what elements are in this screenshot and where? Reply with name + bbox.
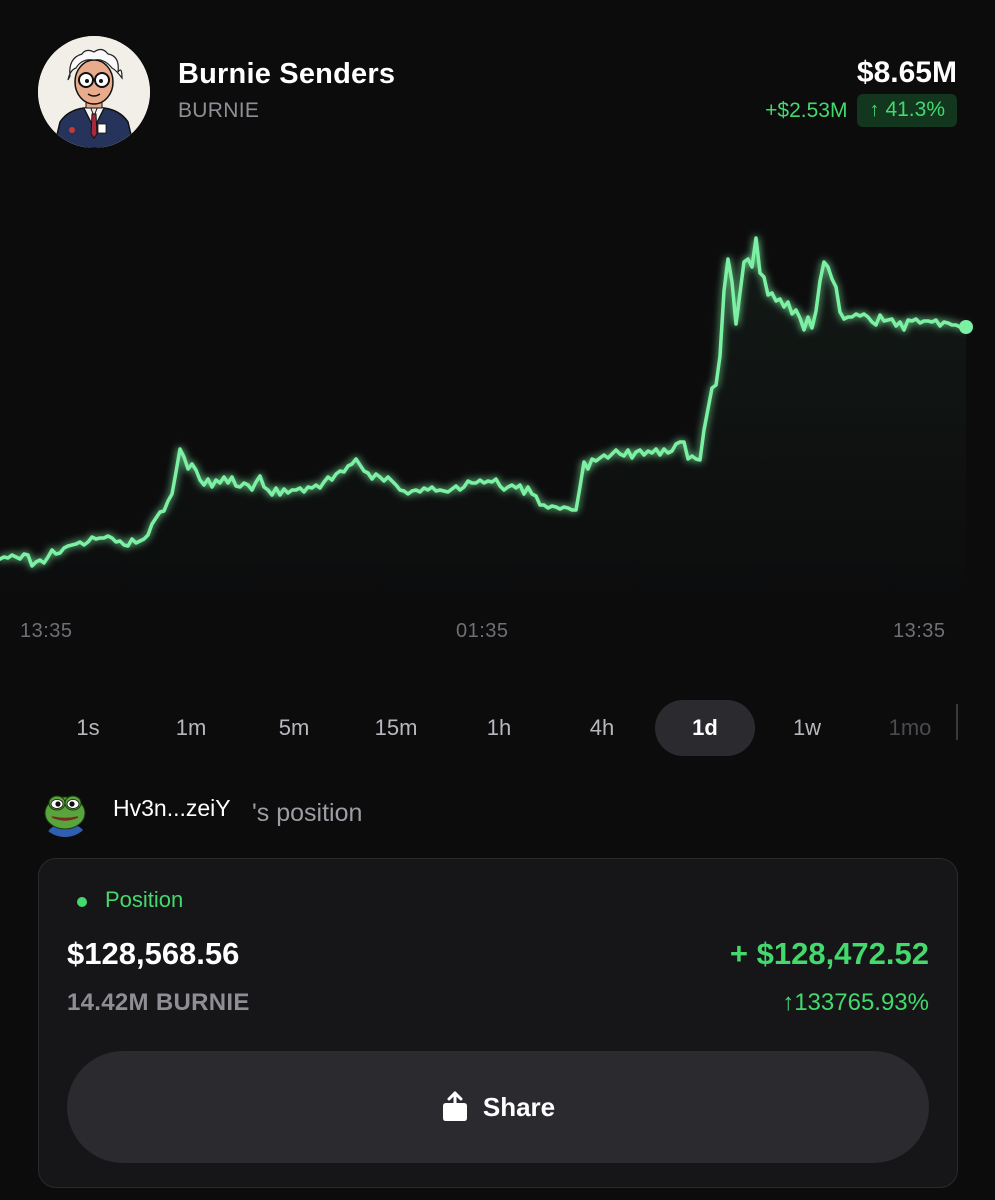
price-change-badge: ↑ 41.3% <box>857 94 957 127</box>
timeframe-1s[interactable]: 1s <box>38 700 138 756</box>
timeframe-1d[interactable]: 1d <box>655 700 755 756</box>
timeframe-1h[interactable]: 1h <box>449 700 549 756</box>
cartoon-portrait-icon <box>38 36 150 148</box>
position-status-dot <box>77 897 87 907</box>
timeframe-1w[interactable]: 1w <box>757 700 857 756</box>
position-value: $128,568.56 <box>67 936 240 971</box>
x-tick-label: 13:35 <box>20 620 73 642</box>
price-change-row: +$2.53M ↑ 41.3% <box>765 94 957 127</box>
timeframe-1mo[interactable]: 1mo <box>860 700 960 756</box>
chart-x-axis: 13:35 01:35 13:35 <box>0 620 995 650</box>
chart-area-fill <box>0 238 966 600</box>
arrow-up-icon: ↑ <box>869 98 880 121</box>
position-card: Position $128,568.56 14.42M BURNIE + $12… <box>38 858 958 1188</box>
price-chart[interactable] <box>0 180 995 600</box>
position-owner: 's position Hv3n...zeiY <box>38 782 362 838</box>
owner-avatar[interactable] <box>38 783 92 837</box>
chart-current-point <box>959 320 973 334</box>
timeframe-15m[interactable]: 15m <box>346 700 446 756</box>
position-pnl: + $128,472.52 <box>729 936 929 971</box>
position-label: Position <box>105 887 184 912</box>
position-pnl-percent: 133765.93% <box>794 989 929 1016</box>
token-name: Burnie Senders <box>178 58 396 90</box>
share-button[interactable]: Share <box>67 1051 929 1163</box>
owner-position-suffix: 's position <box>252 799 363 827</box>
timeframe-selector: 1s 1m 5m 15m 1h 4h 1d 1w 1mo <box>38 700 958 756</box>
token-price: $8.65M <box>856 56 957 89</box>
token-symbol: BURNIE <box>178 99 260 122</box>
timeframe-5m[interactable]: 5m <box>244 700 344 756</box>
frog-avatar-icon <box>38 783 92 837</box>
arrow-up-icon: ↑ <box>782 989 795 1016</box>
token-header: Burnie Senders BURNIE $8.65M +$2.53M ↑ 4… <box>0 0 995 160</box>
x-tick-label: 01:35 <box>456 620 509 642</box>
x-tick-label: 13:35 <box>893 620 946 642</box>
timeframe-4h[interactable]: 4h <box>552 700 652 756</box>
price-change-percent: 41.3% <box>885 98 945 121</box>
owner-name[interactable]: Hv3n...zeiY <box>113 795 231 822</box>
timeframe-1m[interactable]: 1m <box>141 700 241 756</box>
position-token-amount: 14.42M BURNIE <box>67 989 250 1016</box>
token-avatar[interactable] <box>38 36 150 148</box>
position-pnl-percent-row: ↑133765.93% <box>782 989 929 1017</box>
share-label: Share <box>482 1091 556 1122</box>
timeframe-divider <box>956 704 958 740</box>
share-icon <box>442 1091 467 1121</box>
price-change-absolute: +$2.53M <box>765 98 848 122</box>
